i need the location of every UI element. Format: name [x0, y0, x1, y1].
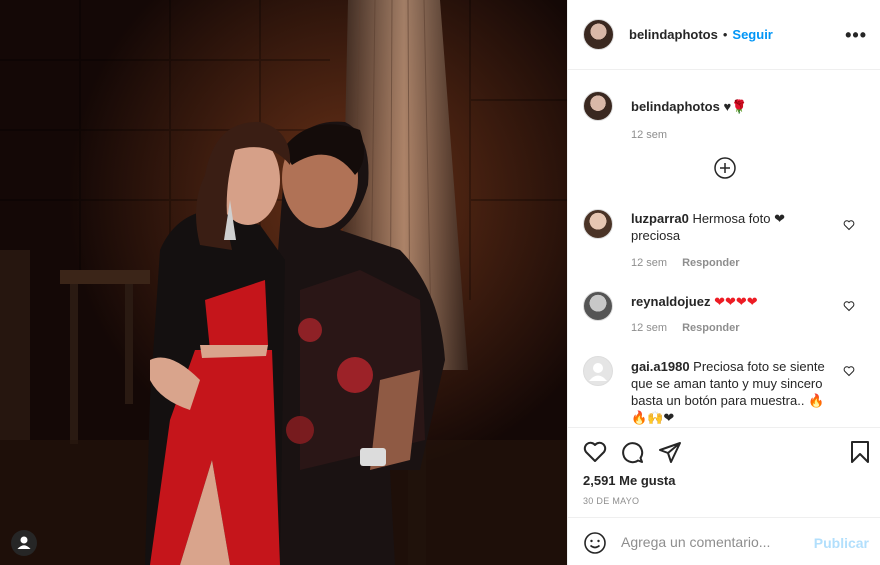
comment-meta: 12 sem Responder [631, 322, 740, 334]
like-comment-button[interactable] [843, 365, 855, 377]
comment-icon [622, 442, 644, 464]
follow-button[interactable]: Seguir [732, 27, 772, 42]
comment-username[interactable]: luzparra0 [631, 211, 689, 226]
post-date[interactable]: 30 DE MAYO [583, 496, 639, 506]
comment-time[interactable]: 12 sem [631, 322, 667, 334]
caption-body: ♥🌹 [723, 99, 748, 114]
photo-scene [0, 0, 567, 565]
heart-icon [843, 366, 855, 377]
publish-button[interactable]: Publicar [814, 535, 869, 551]
like-comment-button[interactable] [843, 219, 855, 231]
heart-icon [843, 220, 855, 231]
bookmark-icon [851, 441, 869, 463]
comment-text: luzparra0 Hermosa foto ❤ preciosa [631, 210, 836, 244]
comment-meta: 12 sem Responder [631, 257, 740, 269]
caption-meta: 12 sem [631, 129, 667, 141]
heart-icon [843, 301, 855, 312]
comment-avatar[interactable] [583, 291, 613, 321]
separator-dot: • [722, 27, 728, 42]
more-options-button[interactable]: ••• [845, 25, 867, 46]
post-header: belindaphotos • Seguir ••• [568, 0, 880, 70]
comment-username[interactable]: reynaldojuez [631, 294, 710, 309]
comment-input[interactable]: Agrega un comentario... [621, 534, 770, 550]
load-more-comments-button[interactable] [714, 157, 736, 179]
author-avatar[interactable] [583, 19, 614, 50]
share-button[interactable] [658, 440, 682, 464]
caption-avatar[interactable] [583, 91, 613, 121]
save-button[interactable] [848, 440, 872, 464]
emoji-button[interactable] [583, 531, 607, 555]
action-bar: 2,591 Me gusta 30 DE MAYO [568, 427, 880, 517]
comment-text: gai.a1980 Preciosa foto se siente que se… [631, 358, 836, 426]
add-comment-bar: Agrega un comentario... Publicar [568, 517, 880, 565]
likes-count[interactable]: 2,591 Me gusta [583, 473, 676, 488]
comment-username[interactable]: gai.a1980 [631, 359, 690, 374]
emoji-icon [584, 532, 606, 554]
comment-time[interactable]: 12 sem [631, 257, 667, 269]
comment-body: ❤❤❤❤ [714, 294, 758, 309]
user-tag-button[interactable] [11, 530, 37, 556]
like-button[interactable] [583, 440, 607, 464]
comment-button[interactable] [620, 440, 644, 464]
user-tag-icon [17, 536, 31, 549]
comments-list[interactable]: belindaphotos ♥🌹 12 sem luzparra0 Hermos… [568, 70, 880, 427]
reply-button[interactable]: Responder [682, 322, 739, 334]
caption-text: belindaphotos ♥🌹 [631, 98, 836, 115]
share-icon [659, 442, 681, 463]
post-photo[interactable] [0, 0, 567, 565]
comment-avatar[interactable] [583, 209, 613, 239]
reply-button[interactable]: Responder [682, 257, 739, 269]
caption-time[interactable]: 12 sem [631, 129, 667, 141]
heart-icon [583, 441, 607, 462]
post-sidebar: belindaphotos • Seguir ••• belindaphotos… [567, 0, 880, 565]
author-username[interactable]: belindaphotos [629, 27, 718, 42]
like-comment-button[interactable] [843, 300, 855, 312]
default-avatar-icon [589, 363, 607, 381]
comment-text: reynaldojuez ❤❤❤❤ [631, 293, 836, 310]
caption-username[interactable]: belindaphotos [631, 99, 720, 114]
comment-avatar[interactable] [583, 356, 613, 386]
instagram-post: belindaphotos • Seguir ••• belindaphotos… [0, 0, 880, 565]
